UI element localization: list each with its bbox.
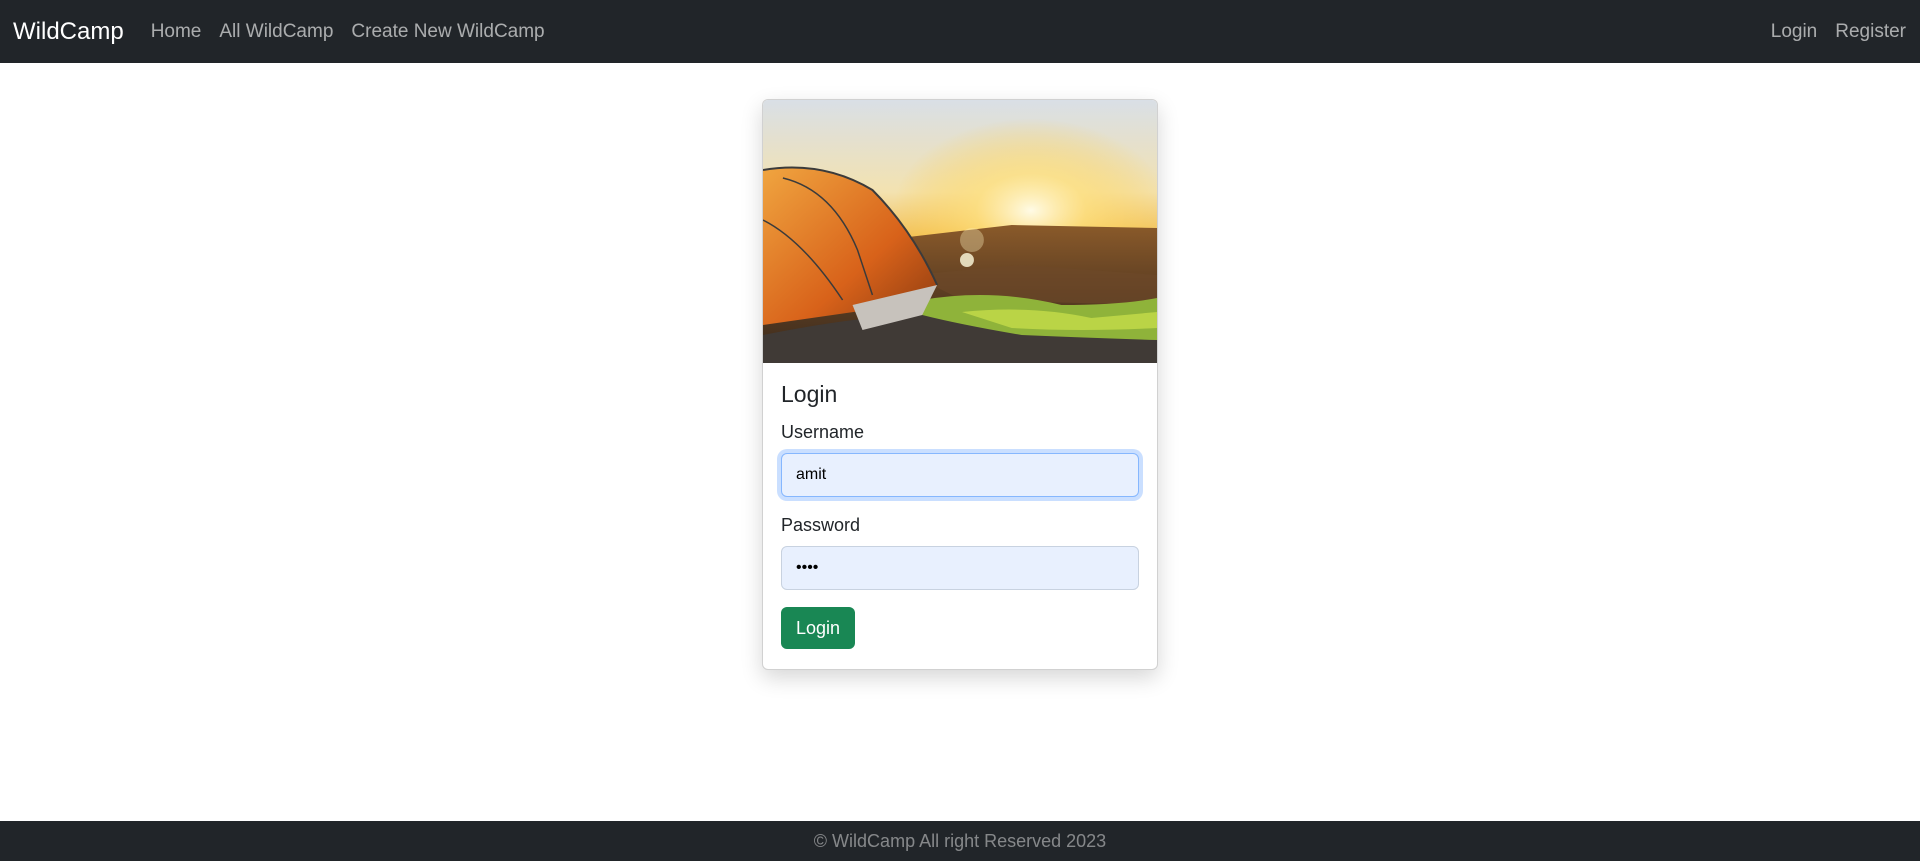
card-body: Login Username Password Login: [763, 363, 1157, 649]
top-navbar: WildCamp Home All WildCamp Create New Wi…: [0, 0, 1920, 63]
nav-create-wildcamp-link[interactable]: Create New WildCamp: [351, 21, 544, 43]
username-group: Username: [781, 422, 1139, 497]
username-input[interactable]: [781, 453, 1139, 497]
username-label: Username: [781, 422, 865, 442]
card-image: [763, 100, 1157, 363]
nav-login-link[interactable]: Login: [1771, 21, 1818, 43]
password-label: Password: [781, 515, 861, 535]
nav-left-group: WildCamp Home All WildCamp Create New Wi…: [13, 18, 563, 46]
nav-register-link[interactable]: Register: [1835, 21, 1906, 43]
footer-copyright-text: © WildCamp All right Reserved 2023: [813, 830, 1107, 851]
nav-all-wildcamp-link[interactable]: All WildCamp: [219, 21, 333, 43]
brand-link[interactable]: WildCamp: [13, 18, 124, 46]
nav-right-group: Login Register: [1753, 21, 1906, 43]
login-button[interactable]: Login: [781, 607, 856, 649]
nav-home-link[interactable]: Home: [151, 21, 202, 43]
login-title: Login: [781, 381, 838, 407]
page-footer: © WildCamp All right Reserved 2023: [0, 821, 1920, 861]
password-input[interactable]: [781, 546, 1139, 590]
login-card: Login Username Password Login: [762, 99, 1158, 670]
password-group: Password: [781, 515, 1139, 590]
